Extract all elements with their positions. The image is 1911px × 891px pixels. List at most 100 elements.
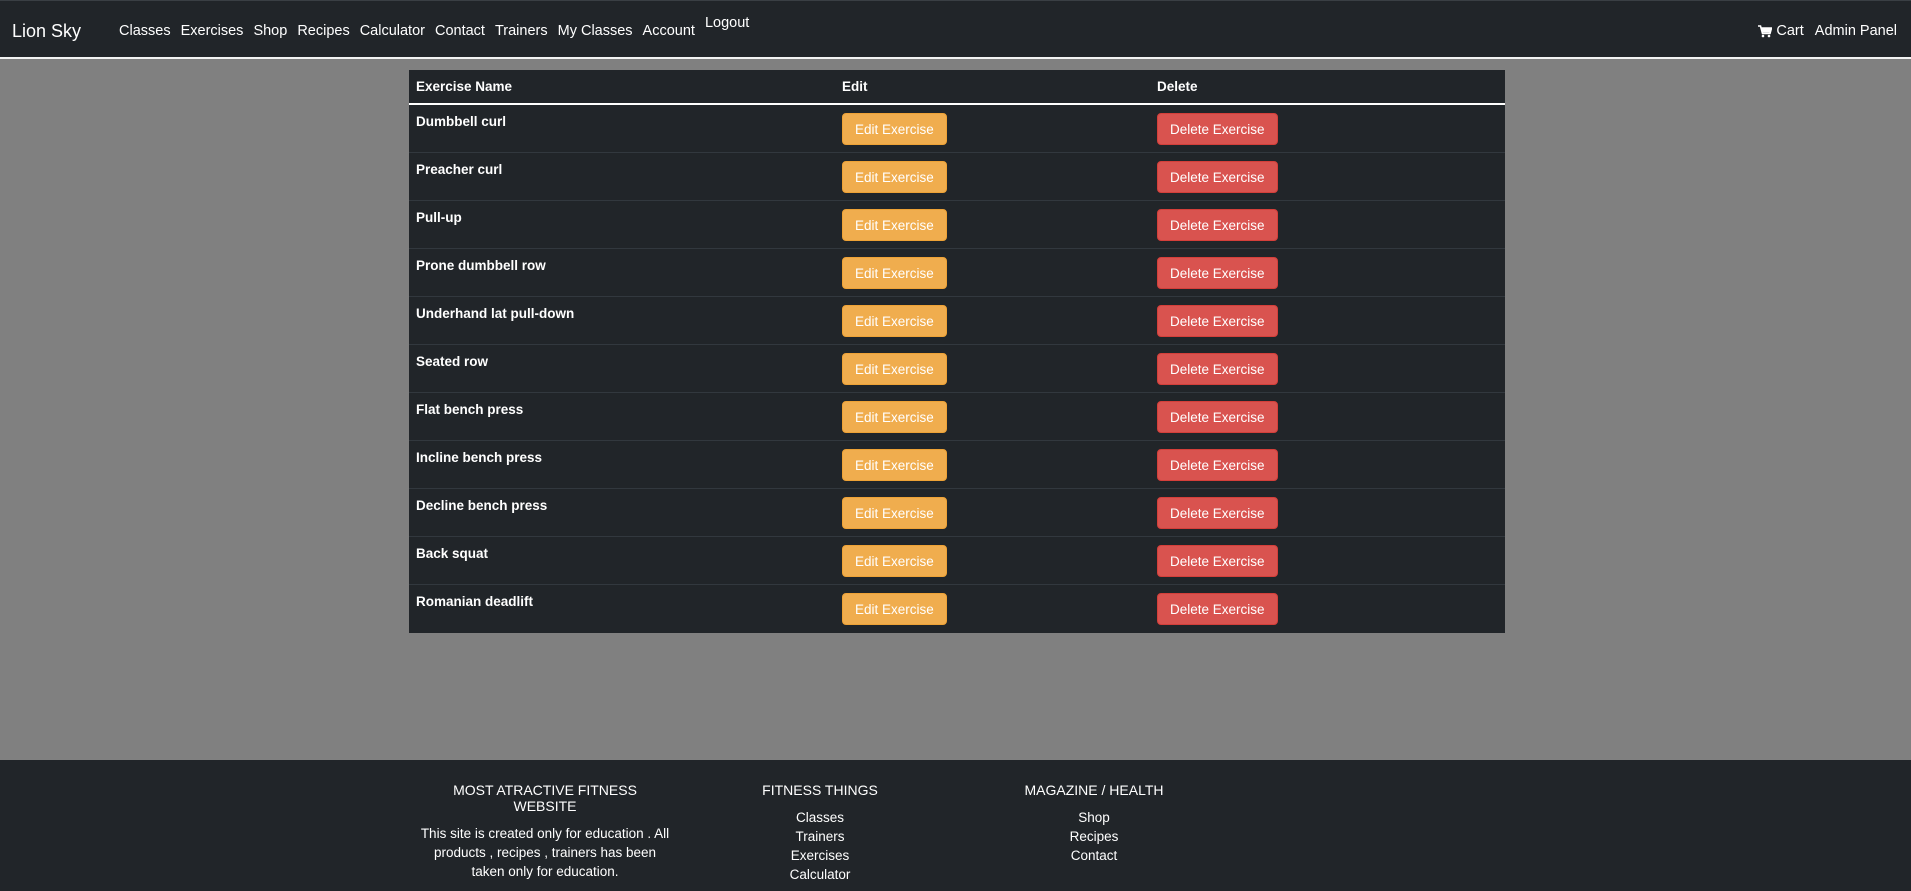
- footer-link-trainers[interactable]: Trainers: [740, 827, 900, 846]
- delete-exercise-button[interactable]: Delete Exercise: [1157, 592, 1278, 625]
- header-edit: Edit: [835, 70, 1150, 105]
- table-row: Underhand lat pull-down Edit Exercise De…: [409, 296, 1505, 345]
- delete-cell: Delete Exercise: [1150, 296, 1505, 345]
- admin-panel-link[interactable]: Admin Panel: [1815, 23, 1897, 39]
- top-navbar: Lion Sky Classes Exercises Shop Recipes …: [0, 0, 1911, 59]
- nav-link-contact[interactable]: Contact: [435, 23, 485, 39]
- table-row: Prone dumbbell row Edit Exercise Delete …: [409, 248, 1505, 297]
- delete-exercise-button[interactable]: Delete Exercise: [1157, 400, 1278, 433]
- exercise-name: Flat bench press: [416, 401, 524, 417]
- edit-exercise-button[interactable]: Edit Exercise: [842, 208, 947, 241]
- exercise-name-cell: Romanian deadlift: [409, 584, 835, 632]
- table-row: Dumbbell curl Edit Exercise Delete Exerc…: [409, 104, 1505, 153]
- delete-exercise-button[interactable]: Delete Exercise: [1157, 113, 1278, 145]
- brand-logo[interactable]: Lion Sky: [12, 21, 81, 42]
- table-row: Incline bench press Edit Exercise Delete…: [409, 440, 1505, 489]
- footer-about-title: MOST ATRACTIVE FITNESS WEBSITE: [453, 782, 637, 814]
- table-row: Pull-up Edit Exercise Delete Exercise: [409, 200, 1505, 249]
- delete-exercise-button[interactable]: Delete Exercise: [1157, 352, 1278, 385]
- footer-link-contact[interactable]: Contact: [1014, 846, 1174, 865]
- edit-cell: Edit Exercise: [835, 584, 1150, 632]
- exercise-table-body: Dumbbell curl Edit Exercise Delete Exerc…: [409, 104, 1505, 632]
- nav-link-shop[interactable]: Shop: [253, 23, 287, 39]
- footer-link-exercises[interactable]: Exercises: [740, 846, 900, 865]
- footer-link-classes[interactable]: Classes: [740, 808, 900, 827]
- edit-cell: Edit Exercise: [835, 440, 1150, 489]
- edit-cell: Edit Exercise: [835, 344, 1150, 393]
- footer-magazine-title: MAGAZINE / HEALTH: [1024, 782, 1164, 798]
- exercise-name: Prone dumbbell row: [416, 257, 546, 273]
- table-row: Preacher curl Edit Exercise Delete Exerc…: [409, 152, 1505, 201]
- edit-cell: Edit Exercise: [835, 488, 1150, 537]
- delete-cell: Delete Exercise: [1150, 536, 1505, 585]
- exercise-name-cell: Underhand lat pull-down: [409, 296, 835, 345]
- edit-cell: Edit Exercise: [835, 152, 1150, 201]
- nav-link-calculator[interactable]: Calculator: [360, 23, 425, 39]
- header-exercise-name: Exercise Name: [409, 70, 835, 105]
- exercise-name: Incline bench press: [416, 449, 543, 465]
- edit-cell: Edit Exercise: [835, 200, 1150, 249]
- edit-exercise-button[interactable]: Edit Exercise: [842, 160, 947, 193]
- table-row: Decline bench press Edit Exercise Delete…: [409, 488, 1505, 537]
- footer-link-shop[interactable]: Shop: [1014, 808, 1174, 827]
- delete-cell: Delete Exercise: [1150, 440, 1505, 489]
- exercise-table-container: Exercise Name Edit Delete Dumbbell curl …: [409, 70, 1505, 633]
- footer-fitness-title: FITNESS THINGS: [762, 782, 878, 798]
- delete-cell: Delete Exercise: [1150, 248, 1505, 297]
- exercise-name: Underhand lat pull-down: [416, 305, 575, 321]
- edit-exercise-button[interactable]: Edit Exercise: [842, 256, 947, 289]
- exercise-name-cell: Pull-up: [409, 200, 835, 249]
- exercise-name: Decline bench press: [416, 497, 548, 513]
- edit-exercise-button[interactable]: Edit Exercise: [842, 352, 947, 385]
- site-footer: MOST ATRACTIVE FITNESS WEBSITE This site…: [0, 760, 1911, 891]
- delete-cell: Delete Exercise: [1150, 488, 1505, 537]
- delete-exercise-button[interactable]: Delete Exercise: [1157, 544, 1278, 577]
- edit-exercise-button[interactable]: Edit Exercise: [842, 400, 947, 433]
- footer-link-calculator[interactable]: Calculator: [740, 865, 900, 884]
- exercise-name-cell: Dumbbell curl: [409, 104, 835, 153]
- exercise-table: Exercise Name Edit Delete Dumbbell curl …: [409, 70, 1505, 632]
- delete-cell: Delete Exercise: [1150, 200, 1505, 249]
- delete-cell: Delete Exercise: [1150, 344, 1505, 393]
- edit-exercise-button[interactable]: Edit Exercise: [842, 113, 947, 145]
- delete-cell: Delete Exercise: [1150, 392, 1505, 441]
- delete-exercise-button[interactable]: Delete Exercise: [1157, 256, 1278, 289]
- footer-about-text: This site is created only for education …: [420, 826, 670, 879]
- exercise-name: Pull-up: [416, 209, 462, 225]
- footer-column-about: MOST ATRACTIVE FITNESS WEBSITE This site…: [420, 782, 670, 881]
- edit-exercise-button[interactable]: Edit Exercise: [842, 496, 947, 529]
- table-row: Seated row Edit Exercise Delete Exercise: [409, 344, 1505, 393]
- nav-link-recipes[interactable]: Recipes: [297, 23, 349, 39]
- table-header-row: Exercise Name Edit Delete: [409, 70, 1505, 105]
- edit-exercise-button[interactable]: Edit Exercise: [842, 304, 947, 337]
- exercise-name-cell: Incline bench press: [409, 440, 835, 489]
- edit-exercise-button[interactable]: Edit Exercise: [842, 448, 947, 481]
- table-row: Flat bench press Edit Exercise Delete Ex…: [409, 392, 1505, 441]
- footer-column-fitness: FITNESS THINGS Classes Trainers Exercise…: [740, 782, 900, 884]
- nav-link-my-classes[interactable]: My Classes: [558, 23, 633, 39]
- exercise-name-cell: Back squat: [409, 536, 835, 585]
- nav-link-logout[interactable]: Logout: [705, 15, 749, 31]
- edit-exercise-button[interactable]: Edit Exercise: [842, 592, 947, 625]
- edit-exercise-button[interactable]: Edit Exercise: [842, 544, 947, 577]
- delete-exercise-button[interactable]: Delete Exercise: [1157, 304, 1278, 337]
- delete-exercise-button[interactable]: Delete Exercise: [1157, 496, 1278, 529]
- edit-cell: Edit Exercise: [835, 104, 1150, 153]
- footer-column-magazine: MAGAZINE / HEALTH Shop Recipes Contact: [1014, 782, 1174, 865]
- delete-exercise-button[interactable]: Delete Exercise: [1157, 448, 1278, 481]
- footer-link-recipes[interactable]: Recipes: [1014, 827, 1174, 846]
- edit-cell: Edit Exercise: [835, 296, 1150, 345]
- nav-link-classes[interactable]: Classes: [119, 23, 171, 39]
- delete-cell: Delete Exercise: [1150, 584, 1505, 632]
- cart-link[interactable]: Cart: [1758, 23, 1804, 39]
- nav-links: Classes Exercises Shop Recipes Calculato…: [119, 15, 759, 39]
- table-row: Romanian deadlift Edit Exercise Delete E…: [409, 584, 1505, 632]
- nav-link-account[interactable]: Account: [643, 23, 695, 39]
- nav-link-exercises[interactable]: Exercises: [181, 23, 244, 39]
- nav-link-trainers[interactable]: Trainers: [495, 23, 548, 39]
- delete-exercise-button[interactable]: Delete Exercise: [1157, 208, 1278, 241]
- delete-exercise-button[interactable]: Delete Exercise: [1157, 160, 1278, 193]
- exercise-name-cell: Flat bench press: [409, 392, 835, 441]
- exercise-name-cell: Prone dumbbell row: [409, 248, 835, 297]
- exercise-name-cell: Decline bench press: [409, 488, 835, 537]
